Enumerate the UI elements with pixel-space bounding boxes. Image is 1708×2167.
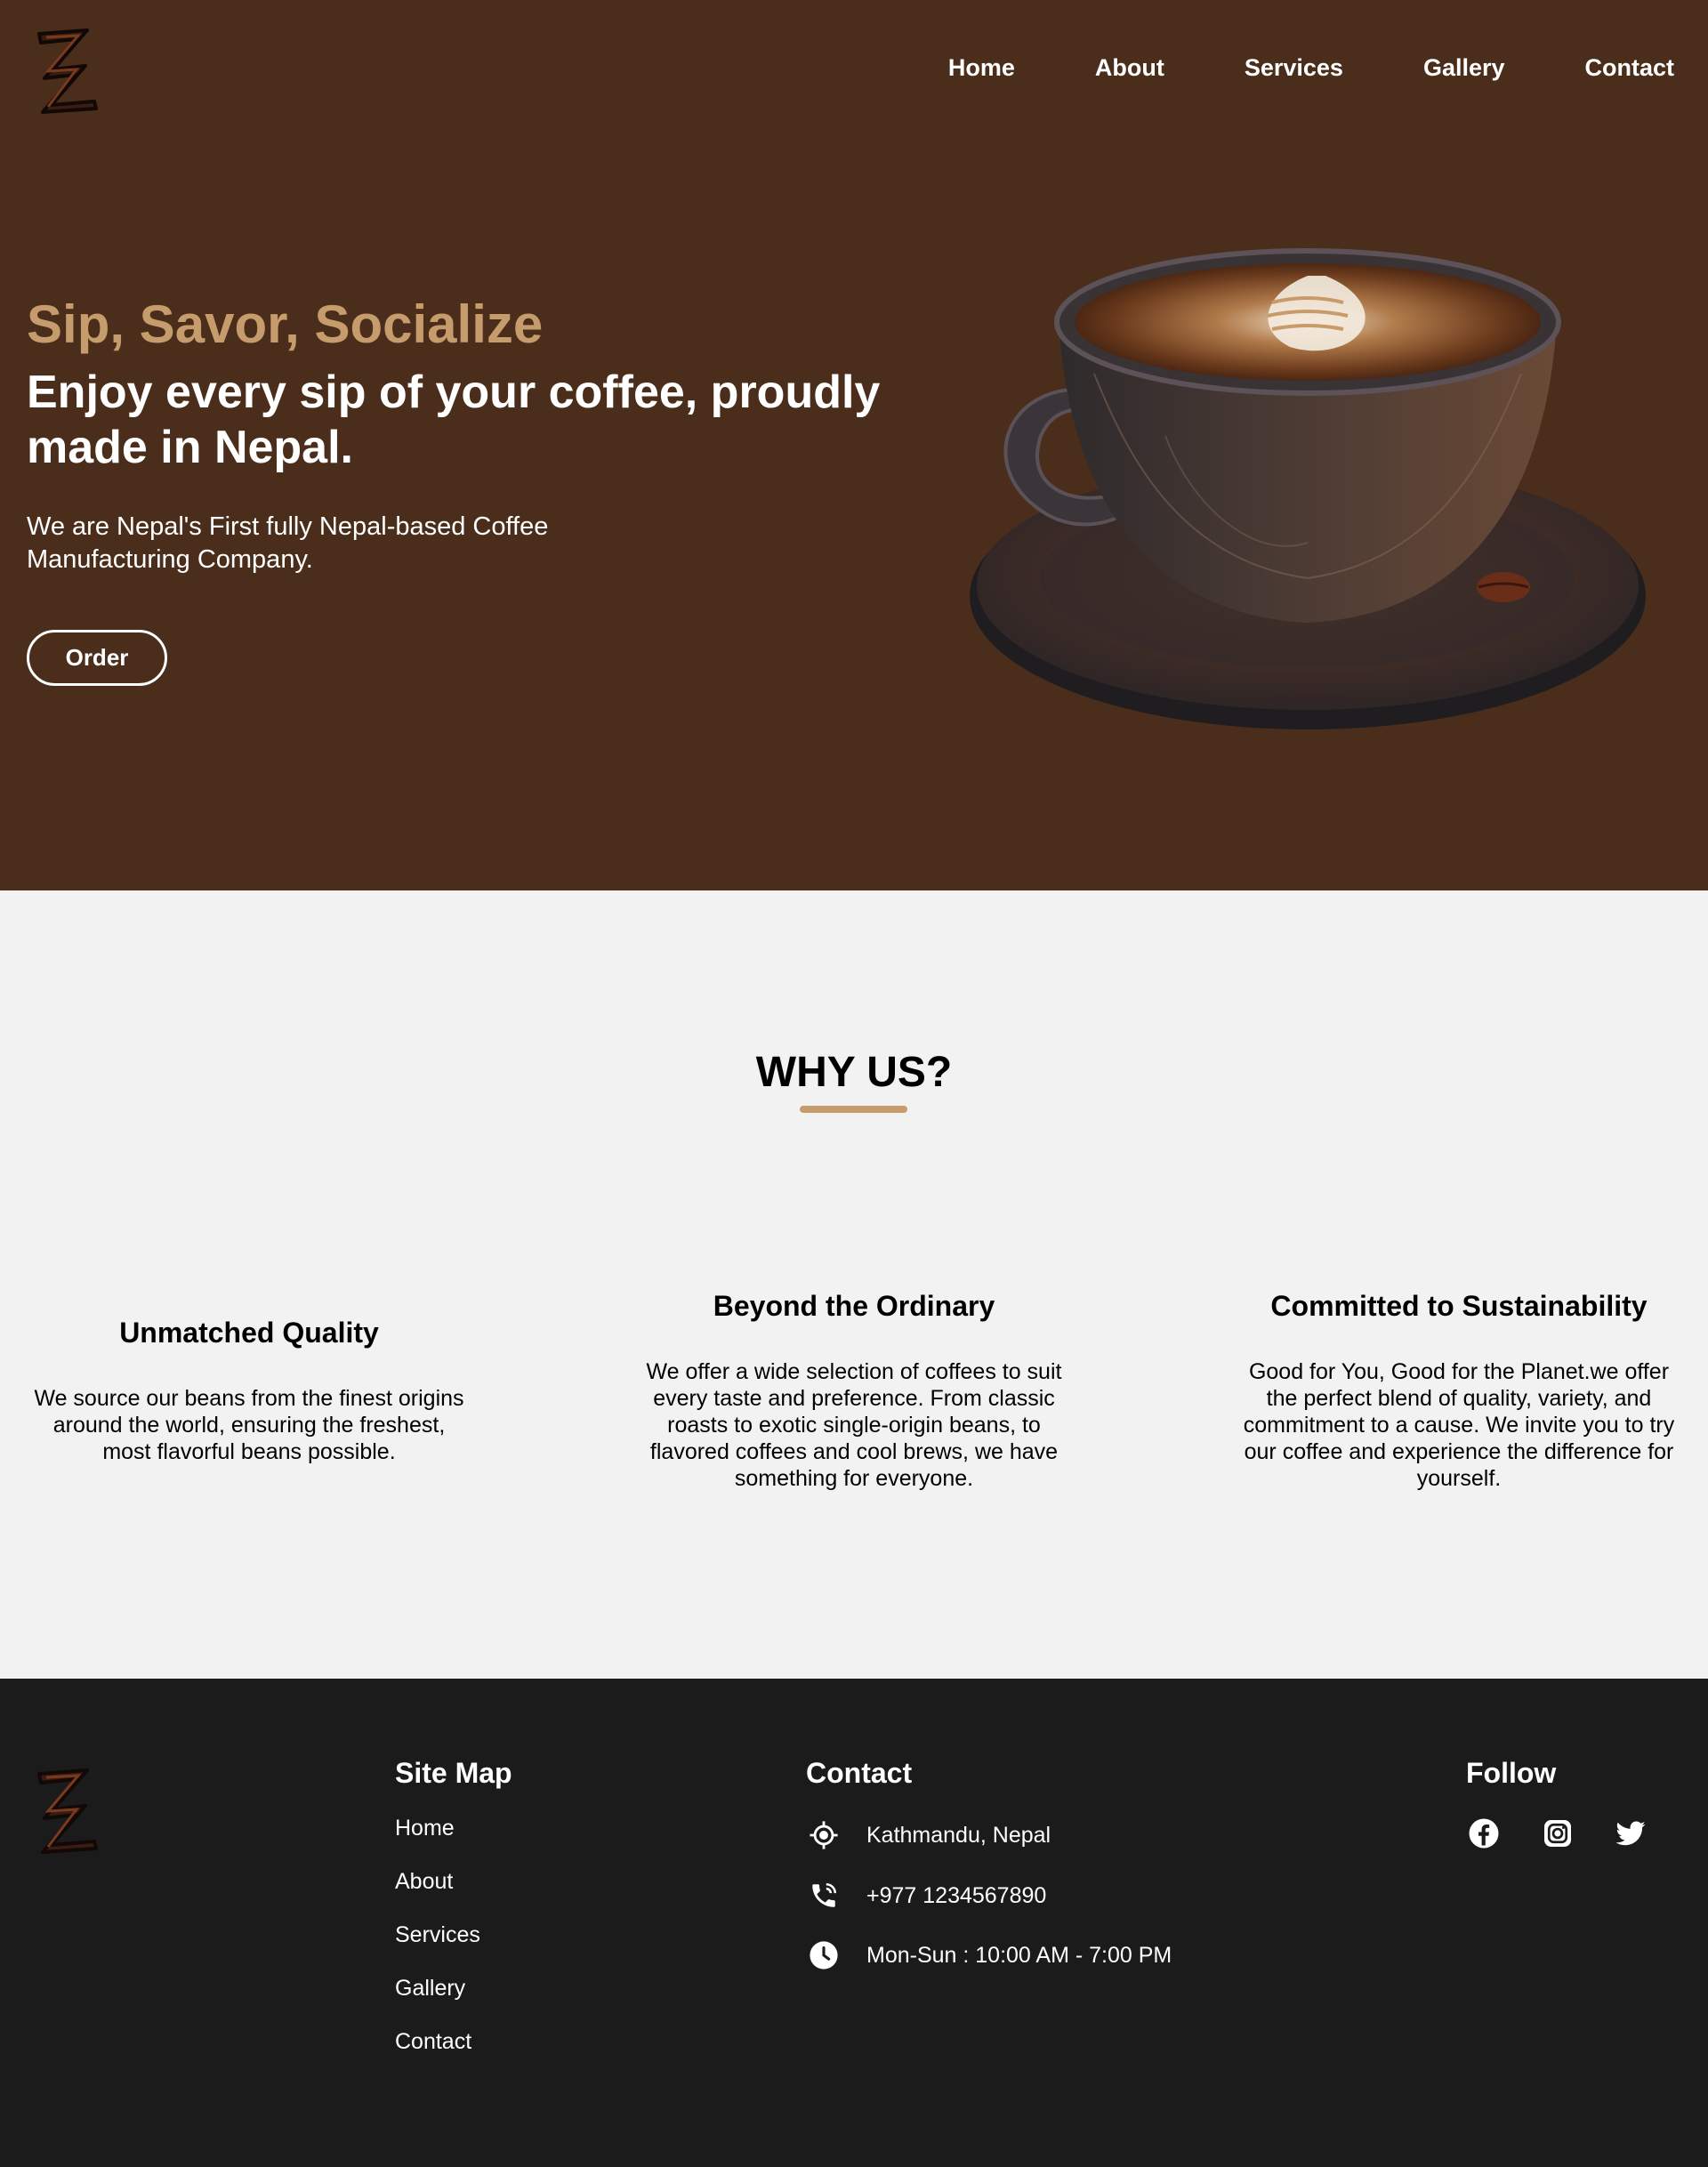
- clock-icon: [806, 1937, 842, 1973]
- footer: Site Map Home About Services Gallery Con…: [0, 1679, 1708, 2167]
- contact-phone: +977 1234567890: [806, 1878, 1046, 1913]
- order-button[interactable]: Order: [27, 630, 167, 686]
- feature-text: We offer a wide selection of coffees to …: [646, 1359, 1062, 1491]
- feature-title: Committed to Sustainability: [1270, 1290, 1648, 1322]
- nav-gallery[interactable]: Gallery: [1423, 52, 1505, 84]
- main-nav: Home About Services Gallery Contact: [948, 52, 1708, 84]
- feature-card-quality: Unmatched Quality We source our beans fr…: [27, 1317, 471, 1465]
- sitemap-link-services[interactable]: Services: [395, 1922, 480, 1948]
- contact-phone-text: +977 1234567890: [866, 1882, 1047, 1908]
- contact-hours-text: Mon-Sun : 10:00 AM - 7:00 PM: [866, 1942, 1172, 1968]
- why-us-title: WHY US?: [755, 1049, 953, 1096]
- twitter-icon[interactable]: [1613, 1816, 1648, 1851]
- title-underline: [800, 1106, 907, 1113]
- nav-home[interactable]: Home: [948, 52, 1015, 84]
- instagram-icon[interactable]: [1540, 1816, 1575, 1851]
- hero-tagline: Sip, Savor, Socialize: [27, 294, 544, 354]
- zz-logo-icon[interactable]: [32, 25, 103, 114]
- sitemap-link-home[interactable]: Home: [395, 1816, 455, 1841]
- contact-hours: Mon-Sun : 10:00 AM - 7:00 PM: [806, 1937, 1172, 1973]
- feature-card-ordinary: Beyond the Ordinary We offer a wide sele…: [632, 1290, 1076, 1492]
- nav-contact[interactable]: Contact: [1585, 52, 1675, 84]
- follow-title: Follow: [1466, 1757, 1557, 1789]
- sitemap-title: Site Map: [395, 1757, 512, 1789]
- hero-description: We are Nepal's First fully Nepal-based C…: [27, 512, 549, 574]
- hero-section: Home About Services Gallery Contact Sip,…: [0, 0, 1708, 890]
- feature-title: Unmatched Quality: [119, 1317, 379, 1349]
- feature-text: We source our beans from the finest orig…: [34, 1386, 464, 1464]
- contact-location-text: Kathmandu, Nepal: [866, 1822, 1051, 1848]
- feature-text: Good for You, Good for the Planet.we off…: [1243, 1359, 1675, 1491]
- zz-logo-icon[interactable]: [32, 1765, 103, 1854]
- contact-location: Kathmandu, Nepal: [806, 1817, 1051, 1853]
- feature-card-sustainability: Committed to Sustainability Good for You…: [1237, 1290, 1681, 1492]
- feature-title: Beyond the Ordinary: [713, 1290, 995, 1322]
- sitemap-link-contact[interactable]: Contact: [395, 2029, 471, 2055]
- nav-about[interactable]: About: [1095, 52, 1164, 84]
- facebook-icon[interactable]: [1466, 1816, 1502, 1851]
- sitemap-link-gallery[interactable]: Gallery: [395, 1976, 465, 2002]
- nav-services[interactable]: Services: [1245, 52, 1343, 84]
- sitemap-link-about[interactable]: About: [395, 1869, 453, 1895]
- location-icon: [806, 1817, 842, 1853]
- coffee-cup-image: [970, 240, 1646, 738]
- hero-title: Enjoy every sip of your coffee, proudly …: [27, 367, 881, 473]
- phone-icon: [806, 1878, 842, 1913]
- contact-title: Contact: [806, 1757, 913, 1789]
